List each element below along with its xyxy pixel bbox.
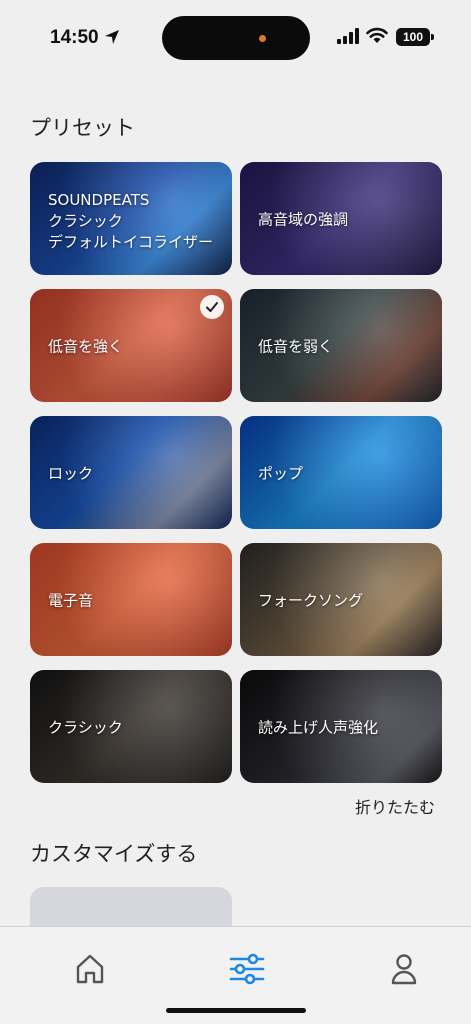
location-arrow-icon	[105, 30, 119, 44]
battery-nub	[431, 34, 434, 40]
preset-label: 低音を強く	[48, 335, 123, 356]
preset-card[interactable]: ロック	[30, 416, 232, 529]
preset-card[interactable]: フォークソング	[240, 543, 442, 656]
preset-card[interactable]: 読み上げ人声強化	[240, 670, 442, 783]
preset-label: ロック	[48, 462, 93, 483]
preset-label-line: ロック	[48, 464, 94, 482]
preset-label: 低音を弱く	[258, 335, 333, 356]
equalizer-icon	[229, 953, 265, 985]
presets-title: プリセット	[30, 116, 135, 140]
profile-icon	[391, 954, 417, 985]
preset-card[interactable]: SOUNDPEATS クラシックデフォルトイコライザー	[30, 162, 232, 275]
home-indicator	[166, 1008, 306, 1013]
preset-label: フォークソング	[258, 589, 363, 610]
tab-profile[interactable]	[384, 949, 424, 989]
selected-check-icon	[200, 295, 224, 319]
preset-card[interactable]: 低音を強く	[30, 289, 232, 402]
home-icon	[76, 954, 104, 984]
tab-equalizer[interactable]	[227, 949, 267, 989]
preset-card[interactable]: 電子音	[30, 543, 232, 656]
preset-label: ポップ	[258, 462, 303, 483]
status-bar: 14:50 100	[0, 0, 471, 80]
preset-label-line: フォークソング	[258, 591, 364, 609]
preset-card[interactable]: ポップ	[240, 416, 442, 529]
status-time: 14:50	[50, 27, 99, 48]
preset-label-line: クラシック	[48, 718, 123, 736]
preset-label: SOUNDPEATS クラシックデフォルトイコライザー	[48, 190, 213, 253]
preset-label: クラシック	[48, 716, 123, 737]
preset-label: 高音域の強調	[258, 208, 348, 229]
wifi-icon	[366, 27, 388, 43]
preset-label-line: SOUNDPEATS	[48, 191, 150, 209]
tab-home[interactable]	[70, 949, 110, 989]
preset-label-line: デフォルトイコライザー	[48, 233, 214, 251]
battery-level: 100	[396, 28, 430, 46]
preset-label-line: クラシック	[48, 212, 123, 230]
preset-label-line: 電子音	[48, 591, 94, 609]
preset-card[interactable]: 高音域の強調	[240, 162, 442, 275]
preset-label-line: 低音を強く	[48, 337, 124, 355]
preset-card[interactable]: クラシック	[30, 670, 232, 783]
preset-label-line: 低音を弱く	[258, 337, 334, 355]
preset-grid: SOUNDPEATS クラシック デフォルトイコライザー 高音域の強調 低音を強く 低音を…	[30, 162, 442, 783]
preset-label-line: 読み上げ人声強化	[258, 718, 379, 736]
customize-title: カスタマイズする	[30, 842, 198, 866]
preset-label: 電子音	[48, 589, 93, 610]
cellular-signal-icon	[337, 28, 359, 44]
collapse-button[interactable]: 折りたたむ	[355, 794, 435, 818]
preset-label-line: 高音域の強調	[258, 210, 349, 228]
preset-label: 読み上げ人声強化	[258, 716, 378, 737]
preset-card[interactable]: 低音を弱く	[240, 289, 442, 402]
dynamic-island	[162, 16, 310, 60]
preset-label-line: ポップ	[258, 464, 304, 482]
